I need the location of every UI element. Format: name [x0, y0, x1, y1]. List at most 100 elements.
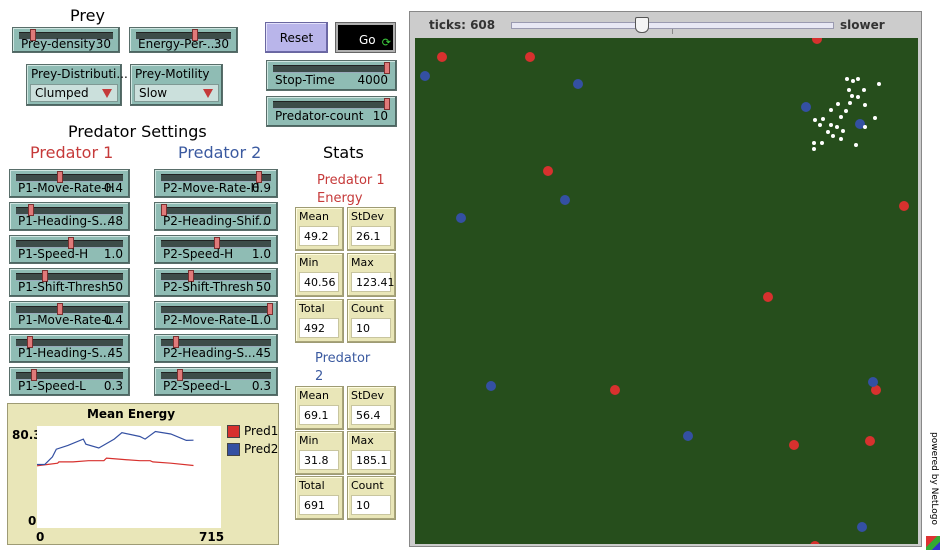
prey-agent — [829, 123, 833, 127]
p1-slider[interactable]: P1-Heading-S... 48 — [9, 202, 130, 231]
slider-label: P1-Speed-H — [18, 247, 89, 261]
p1-slider[interactable]: P1-Heading-S... 45 — [9, 334, 130, 363]
prey-agent — [839, 115, 843, 119]
chooser-label: Prey-Distributi... — [31, 67, 128, 81]
dropdown-arrow-icon[interactable] — [102, 89, 112, 98]
prey-agent — [863, 125, 867, 129]
world-view: ticks: 608 slower — [409, 11, 922, 547]
prey-agent — [818, 123, 822, 127]
p2-count-monitor: Count 10 — [347, 476, 396, 520]
slider-label: P2-Move-Rate-L — [163, 313, 258, 327]
monitor-label: Total — [299, 302, 325, 315]
p1-count-monitor: Count 10 — [347, 299, 396, 343]
monitor-value-box: 56.4 — [351, 405, 391, 425]
p1-slider[interactable]: P1-Move-Rate-H 0.4 — [9, 169, 130, 198]
prey-agent — [850, 94, 854, 98]
go-button[interactable]: Go ⟳ — [335, 22, 396, 53]
monitor-value-box: 40.56 — [299, 272, 339, 292]
p2-slider[interactable]: P2-Move-Rate-H 0.9 — [154, 169, 278, 198]
p1-slider[interactable]: P1-Speed-L 0.3 — [9, 367, 130, 396]
monitor-value-box: 492 — [299, 318, 339, 338]
go-button-face[interactable]: Go ⟳ — [338, 25, 393, 50]
plot-xmax-label: 715 — [199, 530, 225, 544]
p1-stdev-monitor: StDev 26.1 — [347, 207, 396, 251]
p2-min-monitor: Min 31.8 — [295, 431, 344, 475]
monitor-value: 123.41 — [356, 276, 395, 289]
p2-total-monitor: Total 691 — [295, 476, 344, 520]
slider-value: 0.3 — [103, 379, 123, 393]
p2-slider[interactable]: P2-Speed-L 0.3 — [154, 367, 278, 396]
p2-slider[interactable]: P2-Move-Rate-L 1.0 — [154, 301, 278, 330]
monitor-value: 26.1 — [356, 230, 381, 243]
monitor-label: StDev — [351, 210, 385, 223]
monitor-value: 56.4 — [356, 409, 381, 422]
predator-1-agent — [610, 385, 620, 395]
p1-total-monitor: Total 492 — [295, 299, 344, 343]
predator-2-agent — [868, 377, 878, 387]
prey-density-slider[interactable]: Prey-density 30 — [12, 27, 120, 53]
slider-value: 0.4 — [103, 313, 123, 327]
prey-agent — [844, 109, 848, 113]
slider-label: P2-Move-Rate-H — [163, 181, 260, 195]
monitor-label: Max — [351, 434, 374, 447]
predator-2-agent — [560, 195, 570, 205]
slider-track[interactable] — [273, 65, 390, 73]
monitor-value: 69.1 — [304, 409, 329, 422]
slider-value: 10 — [372, 109, 388, 123]
p1-slider[interactable]: P1-Speed-H 1.0 — [9, 235, 130, 264]
slider-label: P2-Speed-L — [163, 379, 231, 393]
predator-1-agent — [865, 436, 875, 446]
prey-agent — [835, 125, 839, 129]
world-field[interactable] — [415, 38, 918, 544]
stop-time-slider[interactable]: Stop-Time 4000 — [266, 60, 397, 91]
slider-label: P1-Shift-Thresh — [18, 280, 109, 294]
p2-slider[interactable]: P2-Heading-S... 45 — [154, 334, 278, 363]
prey-agent — [813, 118, 817, 122]
prey-agent — [812, 141, 816, 145]
prey-agent — [820, 141, 824, 145]
monitor-value: 10 — [356, 322, 370, 335]
slider-value: 30 — [95, 37, 111, 51]
energy-per-slider[interactable]: Energy-Per-... 30 — [129, 27, 238, 53]
predator-2-agent — [683, 431, 693, 441]
speed-slider-knob[interactable] — [635, 17, 649, 33]
slider-track[interactable] — [273, 101, 390, 109]
p1-mean-monitor: Mean 49.2 — [295, 207, 344, 251]
slider-label: Prey-density — [21, 37, 96, 51]
speed-slider[interactable] — [511, 17, 834, 34]
predator-2-agent — [573, 79, 583, 89]
p2-mean-monitor: Mean 69.1 — [295, 386, 344, 430]
chooser-selected: Clumped — [35, 86, 89, 100]
monitor-value: 10 — [356, 499, 370, 512]
reset-button[interactable]: Reset — [265, 22, 328, 53]
slider-label: P2-Heading-Shif... — [163, 214, 270, 228]
stats-predator-1-label-line2: Energy — [317, 191, 363, 206]
chooser-select[interactable]: Slow — [134, 84, 219, 102]
p1-slider[interactable]: P1-Shift-Thresh 50 — [9, 268, 130, 297]
slider-label: Energy-Per-... — [138, 37, 219, 51]
chooser-select[interactable]: Clumped — [30, 84, 118, 102]
prey-motility-chooser[interactable]: Prey-Motility Slow — [130, 64, 223, 106]
p2-slider[interactable]: P2-Shift-Thresh 50 — [154, 268, 278, 297]
slider-value: 30 — [213, 37, 229, 51]
slider-label: P1-Move-Rate-H — [18, 181, 115, 195]
predator-count-slider[interactable]: Predator-count 10 — [266, 96, 397, 127]
predator-1-agent — [525, 52, 535, 62]
predator-2-title: Predator 2 — [178, 143, 262, 162]
prey-distribution-chooser[interactable]: Prey-Distributi... Clumped — [26, 64, 128, 106]
monitor-label: Mean — [299, 389, 329, 402]
p2-slider[interactable]: P2-Speed-H 1.0 — [154, 235, 278, 264]
slider-value: 0.3 — [251, 379, 271, 393]
predator-1-title: Predator 1 — [30, 143, 114, 162]
p1-slider[interactable]: P1-Move-Rate-L 0.4 — [9, 301, 130, 330]
monitor-value-box: 31.8 — [299, 450, 339, 470]
dropdown-arrow-icon[interactable] — [203, 89, 213, 98]
p2-slider[interactable]: P2-Heading-Shif... 0 — [154, 202, 278, 231]
netlogo-logo-icon — [926, 536, 940, 550]
speed-label: slower — [840, 18, 885, 32]
monitor-label: Max — [351, 256, 374, 269]
prey-agent — [862, 88, 866, 92]
stats-predator-1-label: Predator 1 Energy — [317, 172, 385, 208]
predator-2-agent — [857, 522, 867, 532]
stats-predator-2-label-line2: 2 — [315, 369, 324, 384]
